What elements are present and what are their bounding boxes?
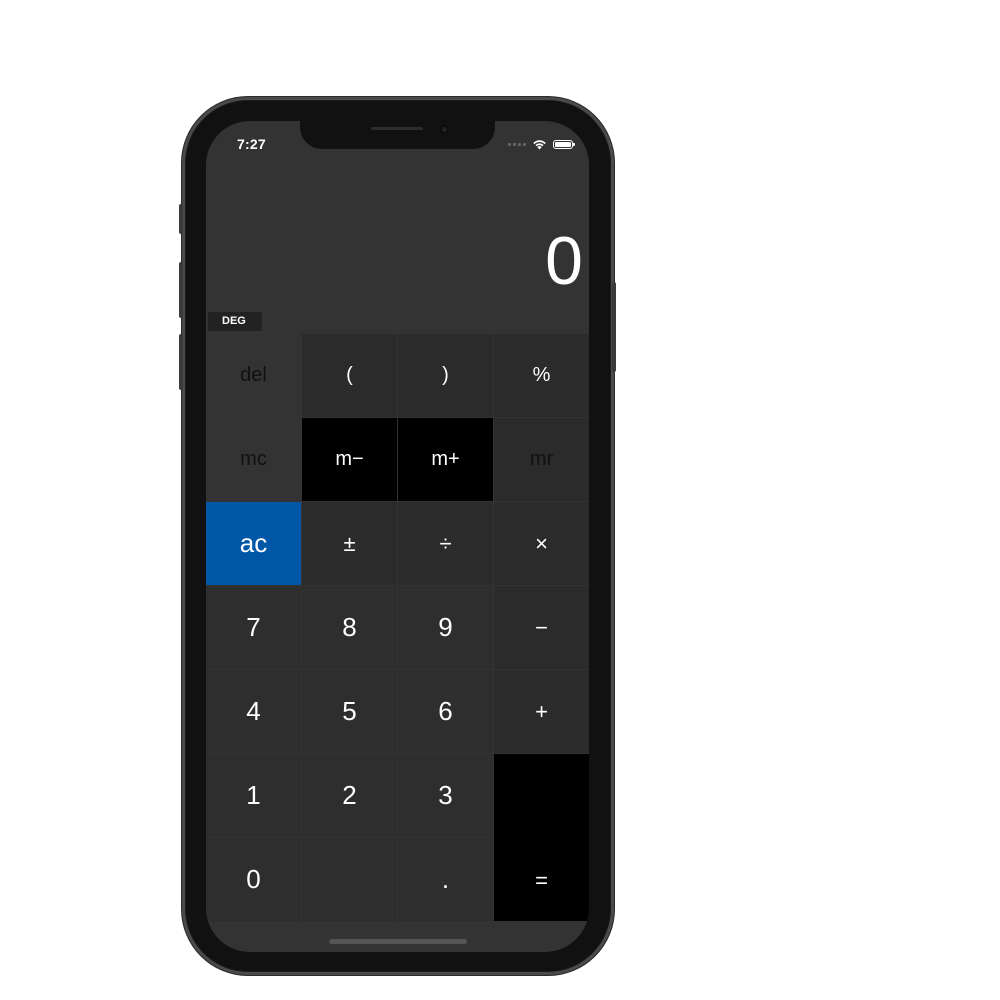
- minus-button[interactable]: −: [494, 586, 589, 669]
- equals-button[interactable]: =: [494, 754, 589, 921]
- blank-key: [302, 838, 397, 921]
- home-indicator[interactable]: [329, 939, 467, 944]
- battery-icon: [553, 139, 575, 149]
- decimal-button[interactable]: .: [398, 838, 493, 921]
- plus-button[interactable]: +: [494, 670, 589, 753]
- digit-1-button[interactable]: 1: [206, 754, 301, 837]
- notch: [300, 121, 495, 149]
- plus-minus-button[interactable]: ±: [302, 502, 397, 585]
- wifi-icon: [533, 139, 546, 149]
- close-paren-button[interactable]: ): [398, 334, 493, 417]
- digit-5-button[interactable]: 5: [302, 670, 397, 753]
- calculator-screen: 7:27 0 DEG del ( ) % mc m− m+ mr ac ± ÷ …: [206, 121, 589, 952]
- angle-mode-toggle[interactable]: DEG: [208, 312, 262, 331]
- digit-6-button[interactable]: 6: [398, 670, 493, 753]
- delete-button[interactable]: del: [206, 334, 301, 417]
- speaker-grille: [371, 127, 423, 130]
- percent-button[interactable]: %: [494, 334, 589, 417]
- memory-recall-button[interactable]: mr: [494, 418, 589, 501]
- multiply-button[interactable]: ×: [494, 502, 589, 585]
- power-button: [612, 282, 616, 372]
- divide-button[interactable]: ÷: [398, 502, 493, 585]
- status-icons: [508, 138, 575, 150]
- digit-8-button[interactable]: 8: [302, 586, 397, 669]
- volume-up-button: [179, 262, 183, 318]
- digit-4-button[interactable]: 4: [206, 670, 301, 753]
- result-display: 0: [545, 223, 583, 299]
- keypad: del ( ) % mc m− m+ mr ac ± ÷ × 7 8 9 − 4…: [206, 334, 589, 921]
- digit-0-button[interactable]: 0: [206, 838, 301, 921]
- digit-9-button[interactable]: 9: [398, 586, 493, 669]
- volume-down-button: [179, 334, 183, 390]
- memory-clear-button[interactable]: mc: [206, 418, 301, 501]
- silent-switch: [179, 204, 183, 234]
- digit-2-button[interactable]: 2: [302, 754, 397, 837]
- digit-7-button[interactable]: 7: [206, 586, 301, 669]
- all-clear-button[interactable]: ac: [206, 502, 301, 585]
- digit-3-button[interactable]: 3: [398, 754, 493, 837]
- cellular-signal-icon: [508, 142, 526, 146]
- open-paren-button[interactable]: (: [302, 334, 397, 417]
- status-time: 7:27: [237, 136, 266, 152]
- memory-minus-button[interactable]: m−: [302, 418, 397, 501]
- memory-plus-button[interactable]: m+: [398, 418, 493, 501]
- front-camera: [440, 125, 449, 134]
